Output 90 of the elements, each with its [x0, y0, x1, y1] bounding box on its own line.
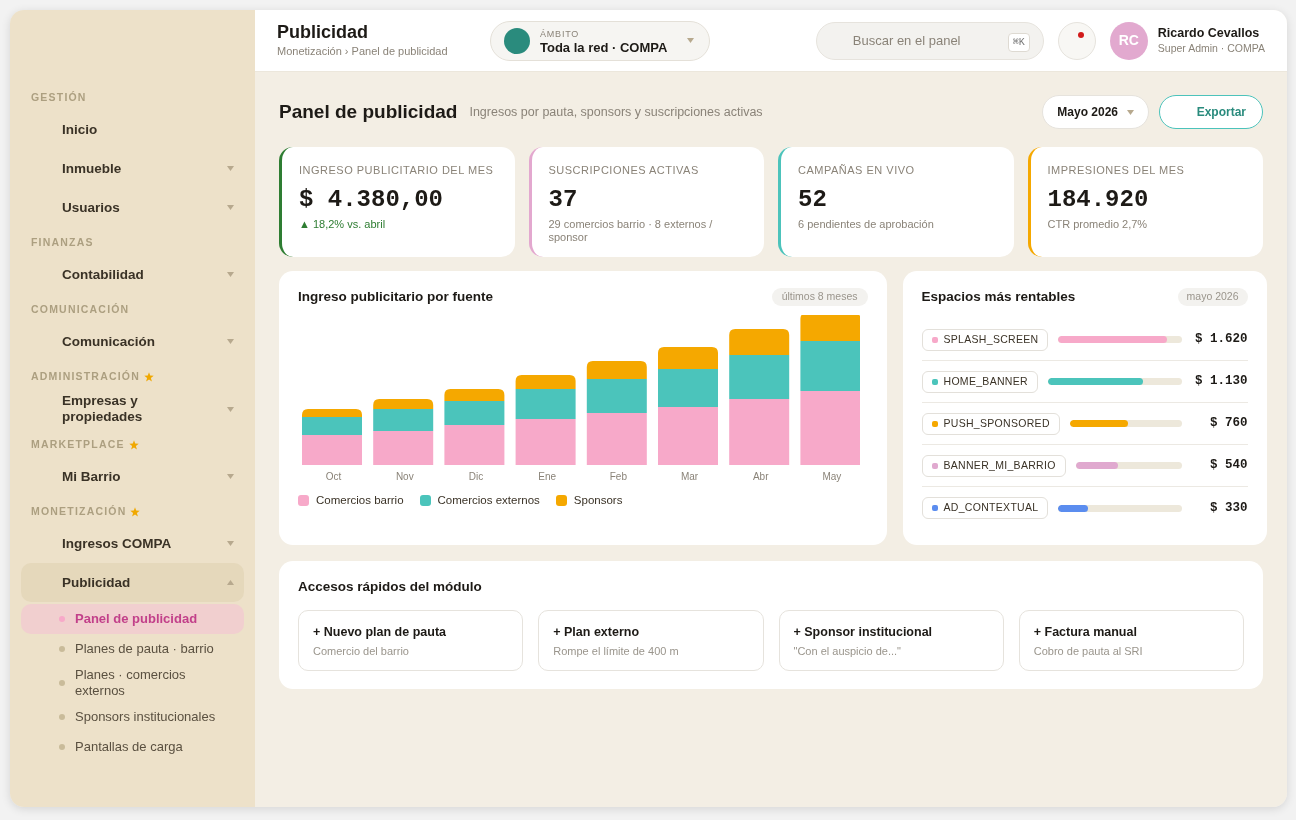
caret-down-icon [227, 406, 234, 412]
sidebar-item[interactable]: Usuarios [21, 188, 244, 227]
sidebar-item[interactable]: Mi Barrio [21, 457, 244, 496]
caret-down-icon [1127, 109, 1134, 115]
space-amount: $ 330 [1209, 499, 1248, 517]
legend-label: Sponsors [573, 493, 623, 509]
period-badge: mayo 2026 [1177, 288, 1248, 306]
caret-down-icon [227, 339, 234, 344]
space-amount: $ 1.620 [1194, 331, 1248, 349]
section-heading: FINANZAS [31, 235, 94, 251]
kpi-note: 6 pendientes de aprobación [798, 217, 935, 231]
kpi-value: 184.920 [1047, 184, 1150, 215]
bullet-icon [59, 646, 65, 652]
month-label: Ene [537, 470, 558, 485]
legend-label: Comercios externos [437, 493, 540, 509]
quick-action-button[interactable]: + Sponsor institucional "Con el auspicio de..." [778, 610, 1004, 672]
legend-label: Comercios barrio [316, 493, 404, 509]
scope-selector[interactable]: ÁMBITO Toda la red · COMPA [490, 20, 711, 61]
kpi-note: CTR promedio 2,7% [1047, 217, 1149, 231]
header-title: Publicidad [277, 21, 369, 44]
kpi-trend: ▲ 18,2% vs. abril [299, 217, 387, 231]
caret-down-icon [227, 272, 234, 277]
month-label: Dic [467, 470, 485, 485]
bullet-icon [59, 714, 65, 720]
caret-up-icon [227, 580, 234, 585]
page-subtitle: Ingresos por pauta, sponsors y suscripciones activas [469, 103, 763, 121]
bullet-icon [59, 616, 65, 622]
section-heading: ADMINISTRACIÓN [31, 369, 140, 385]
month-label: Mar [679, 470, 700, 485]
bullet-icon [59, 680, 65, 686]
quick-action-button[interactable]: + Factura manual Cobro de pauta al SRI [1018, 610, 1244, 672]
user-role: Super Admin · COMPA [1157, 40, 1265, 56]
kpi-label: IMPRESIONES DEL MES [1047, 163, 1186, 178]
month-label: Feb [608, 470, 628, 485]
quick-action-button[interactable]: + Nuevo plan de pauta Comercio del barrio [298, 610, 524, 672]
space-tag: HOME_BANNER [921, 370, 1038, 393]
period-selector[interactable]: Mayo 2026 [1042, 95, 1149, 129]
sidebar-subitem[interactable]: Sponsors institucionales [21, 702, 244, 732]
section-heading: MARKETPLACE [31, 437, 125, 453]
kpi-value: 37 [548, 184, 579, 215]
caret-down-icon [687, 38, 695, 43]
space-amount: $ 760 [1209, 415, 1248, 433]
scope-value: Toda la red · COMPA [540, 40, 668, 54]
sidebar-item[interactable]: Inicio [21, 110, 244, 149]
card-title: Accesos rápidos del módulo [298, 578, 483, 596]
caret-down-icon [227, 166, 234, 171]
space-tag: AD_CONTEXTUAL [921, 497, 1049, 520]
scope-icon [504, 27, 530, 54]
scope-label: ÁMBITO [540, 27, 581, 41]
sidebar-item[interactable]: Contabilidad [21, 255, 244, 294]
sidebar-item[interactable]: Empresas y propiedades [21, 389, 244, 429]
card-title: Espacios más rentables [921, 288, 1076, 306]
caret-down-icon [227, 541, 234, 546]
kpi-label: INGRESO PUBLICITARIO DEL MES [299, 163, 495, 178]
user-avatar: RC [1109, 21, 1148, 60]
sidebar-item[interactable]: Inmueble [21, 149, 244, 188]
space-tag: PUSH_SPONSORED [921, 412, 1060, 435]
sidebar-subitem[interactable]: Pantallas de carga [21, 732, 244, 762]
section-heading: COMUNICACIÓN [31, 302, 130, 318]
quick-action-button[interactable]: + Plan externo Rompe el límite de 400 m [538, 610, 764, 672]
period-badge: últimos 8 meses [771, 288, 868, 306]
breadcrumb: Monetización › Panel de publicidad [277, 44, 449, 60]
kpi-label: CAMPAÑAS EN VIVO [798, 163, 916, 178]
kpi-value: 52 [798, 184, 828, 215]
sidebar-item[interactable]: Ingresos COMPA [21, 524, 244, 563]
notifications-button[interactable] [1057, 21, 1096, 60]
space-tag: SPLASH_SCREEN [921, 328, 1049, 351]
page-title: Panel de publicidad [279, 99, 458, 124]
section-heading: MONETIZACIÓN [31, 504, 127, 520]
sidebar-subitem[interactable]: Planes · comercios externos [21, 664, 244, 702]
caret-down-icon [227, 474, 234, 479]
space-amount: $ 540 [1209, 457, 1248, 475]
month-label: Nov [394, 470, 415, 485]
month-label: May [821, 470, 843, 485]
space-amount: $ 1.130 [1194, 373, 1248, 391]
kpi-note: 29 comercios barrio · 8 externos / sponsor [548, 217, 714, 244]
sidebar-item[interactable]: Comunicación [21, 322, 244, 361]
space-tag: BANNER_MI_BARRIO [921, 454, 1066, 477]
kpi-label: SUSCRIPCIONES ACTIVAS [548, 163, 700, 178]
export-button[interactable]: Exportar [1159, 95, 1263, 129]
sidebar-item[interactable]: Publicidad [21, 563, 244, 602]
card-title: Ingreso publicitario por fuente [298, 288, 493, 306]
caret-down-icon [227, 205, 234, 210]
month-label: Abr [751, 470, 770, 485]
section-heading: GESTIÓN [31, 90, 87, 106]
sidebar-subitem[interactable]: Planes de pauta · barrio [21, 634, 244, 664]
kpi-value: $ 4.380,00 [299, 184, 445, 215]
bullet-icon [59, 744, 65, 750]
user-name: Ricardo Cevallos [1157, 25, 1261, 41]
month-label: Oct [324, 470, 343, 485]
